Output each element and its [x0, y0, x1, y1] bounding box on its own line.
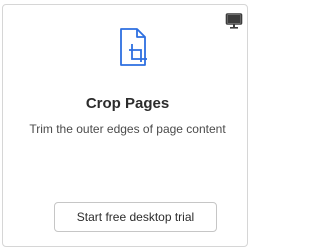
card-description: Trim the outer edges of page content	[29, 122, 226, 136]
crop-pages-icon	[117, 26, 155, 70]
start-free-desktop-trial-button[interactable]: Start free desktop trial	[54, 202, 217, 232]
desktop-monitor-icon	[225, 12, 243, 30]
card-title: Crop Pages	[85, 95, 170, 112]
